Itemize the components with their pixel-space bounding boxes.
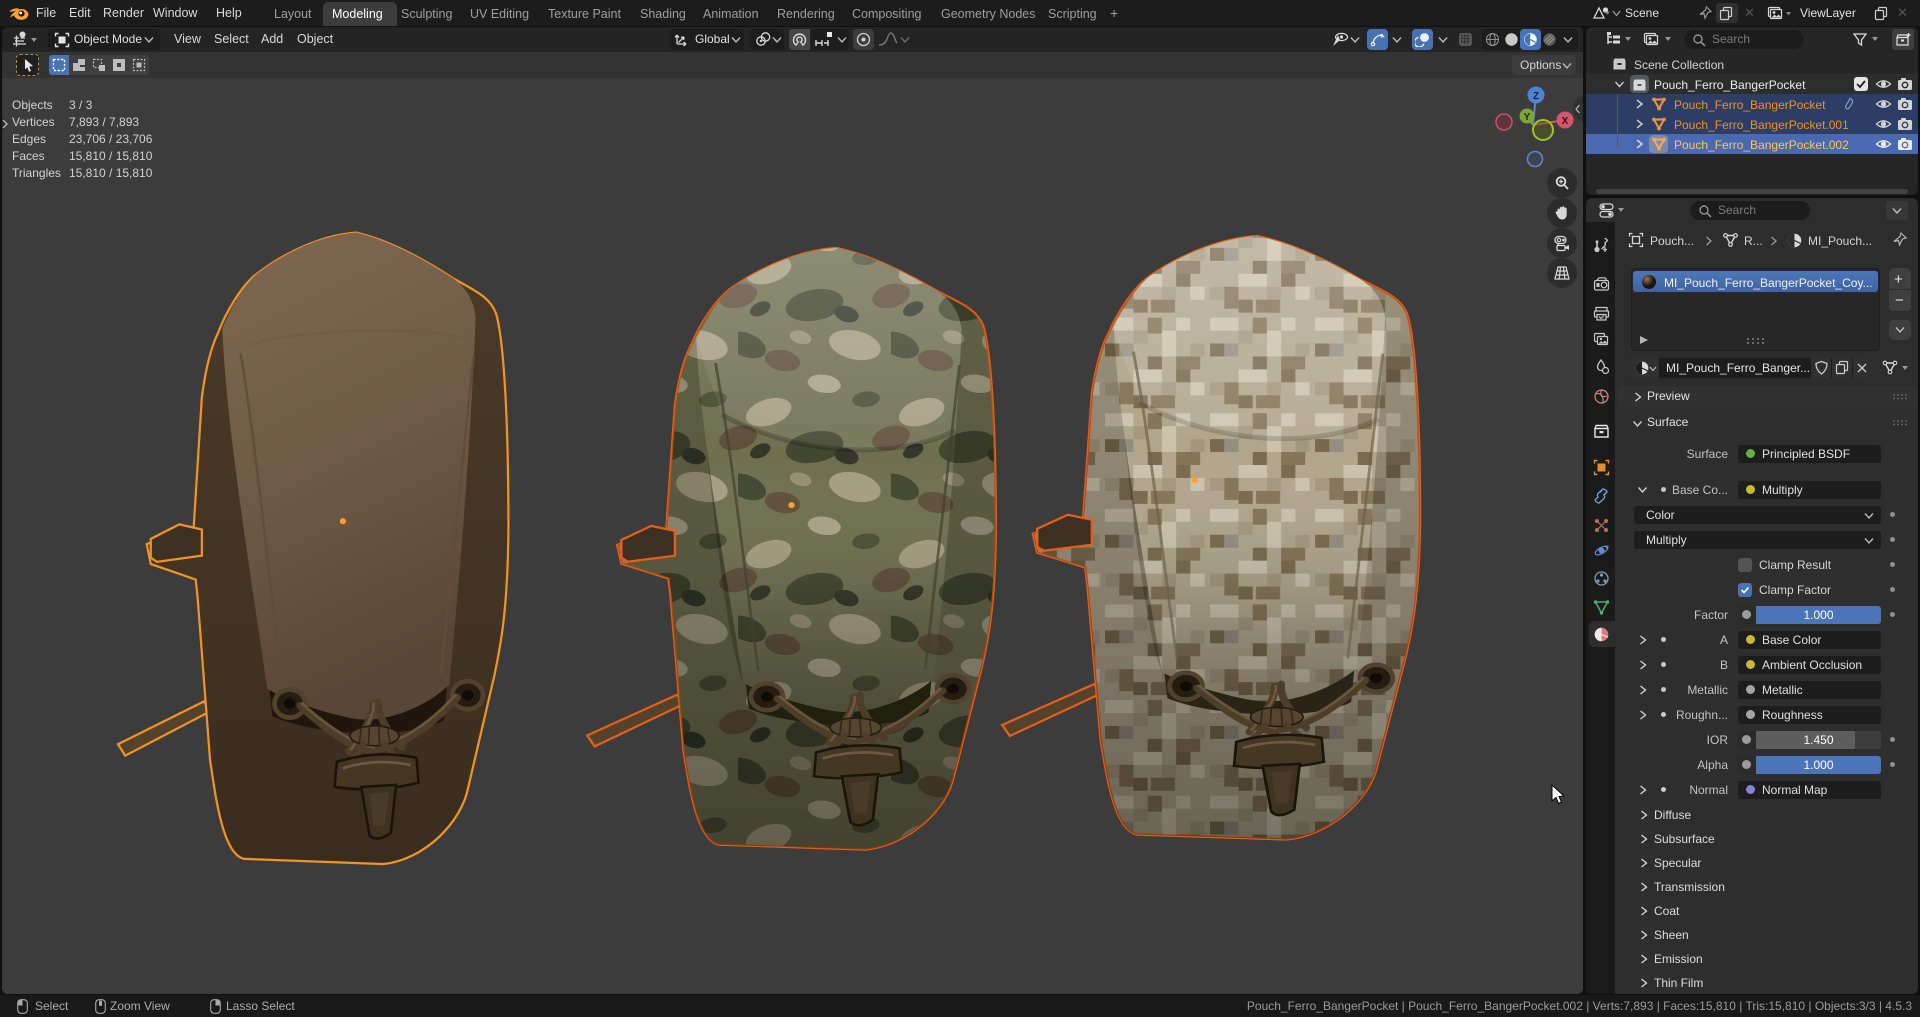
svg-text:Y: Y (1524, 112, 1531, 123)
svg-text:X: X (1562, 116, 1569, 127)
svg-text:Z: Z (1533, 91, 1539, 102)
